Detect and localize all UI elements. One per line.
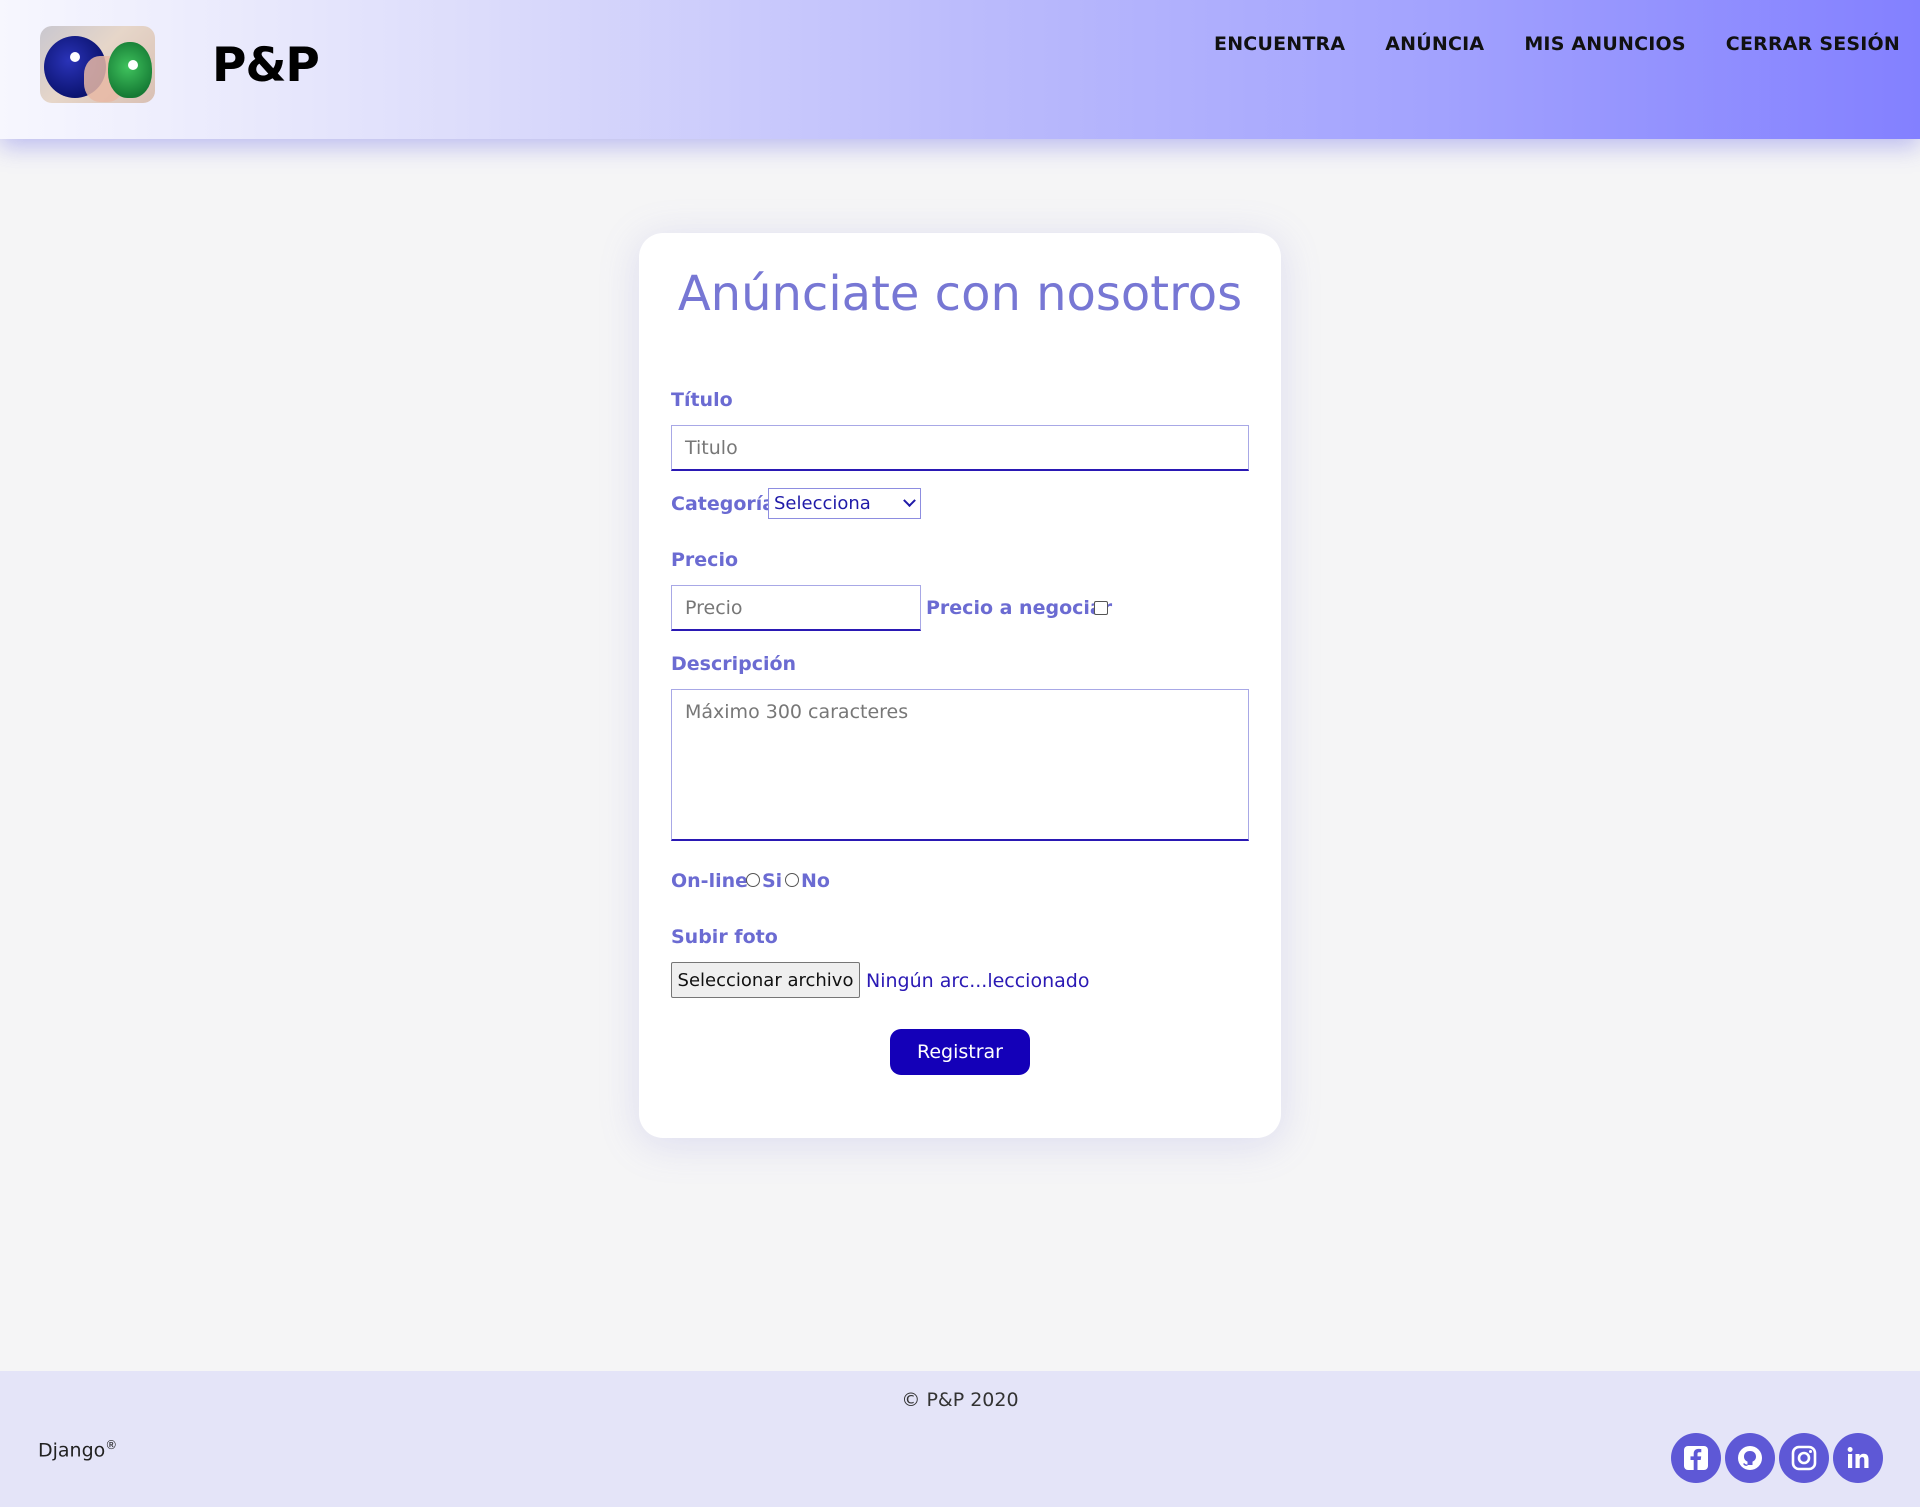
site-header: P&P ENCUENTRA ANÚNCIA MIS ANUNCIOS CERRA… xyxy=(0,0,1920,139)
online-radio-no[interactable] xyxy=(785,873,799,887)
categoria-select[interactable]: Selecciona xyxy=(768,488,921,519)
ad-form-card xyxy=(639,233,1281,1138)
logo-eye xyxy=(128,60,138,70)
online-option-si: Si xyxy=(762,870,783,892)
main-nav: ENCUENTRA ANÚNCIA MIS ANUNCIOS CERRAR SE… xyxy=(1214,33,1900,55)
registered-mark: ® xyxy=(105,1438,118,1452)
file-upload-button[interactable]: Seleccionar archivo xyxy=(671,962,860,998)
precio-label: Precio xyxy=(671,549,739,571)
facebook-icon[interactable] xyxy=(1671,1433,1721,1483)
precio-input[interactable]: Precio xyxy=(671,585,921,631)
django-credit: Django® xyxy=(38,1438,117,1461)
registrar-button[interactable]: Registrar xyxy=(890,1029,1030,1075)
titulo-label: Título xyxy=(671,389,733,411)
brand-name[interactable]: P&P xyxy=(212,38,320,93)
precio-negociar-label: Precio a negociar xyxy=(926,597,1113,619)
categoria-selected-value: Selecciona xyxy=(774,493,871,514)
online-option-no: No xyxy=(801,870,830,892)
logo-eye xyxy=(70,52,80,62)
nav-mis-anuncios[interactable]: MIS ANUNCIOS xyxy=(1524,33,1685,55)
precio-negociar-checkbox[interactable] xyxy=(1094,601,1108,615)
titulo-input[interactable]: Titulo xyxy=(671,425,1249,471)
form-title: Anúnciate con nosotros xyxy=(677,266,1243,322)
nav-anuncia[interactable]: ANÚNCIA xyxy=(1385,33,1484,55)
foto-label: Subir foto xyxy=(671,926,778,948)
online-radio-si[interactable] xyxy=(746,873,760,887)
descripcion-label: Descripción xyxy=(671,653,797,675)
linkedin-icon[interactable] xyxy=(1833,1433,1883,1483)
chevron-down-icon xyxy=(903,494,916,508)
instagram-icon[interactable] xyxy=(1779,1433,1829,1483)
github-icon[interactable] xyxy=(1725,1433,1775,1483)
file-status: Ningún arc...leccionado xyxy=(866,970,1090,992)
nav-encuentra[interactable]: ENCUENTRA xyxy=(1214,33,1345,55)
descripcion-textarea[interactable]: Máximo 300 caracteres xyxy=(671,689,1249,841)
logo-green-figure xyxy=(108,42,152,98)
logo-image[interactable] xyxy=(40,26,155,103)
copyright-text: © P&P 2020 xyxy=(901,1389,1019,1411)
nav-cerrar-sesion[interactable]: CERRAR SESIÓN xyxy=(1726,33,1900,55)
django-text: Django xyxy=(38,1439,106,1462)
online-label: On-line xyxy=(671,870,749,892)
categoria-label: Categoría xyxy=(671,493,776,515)
